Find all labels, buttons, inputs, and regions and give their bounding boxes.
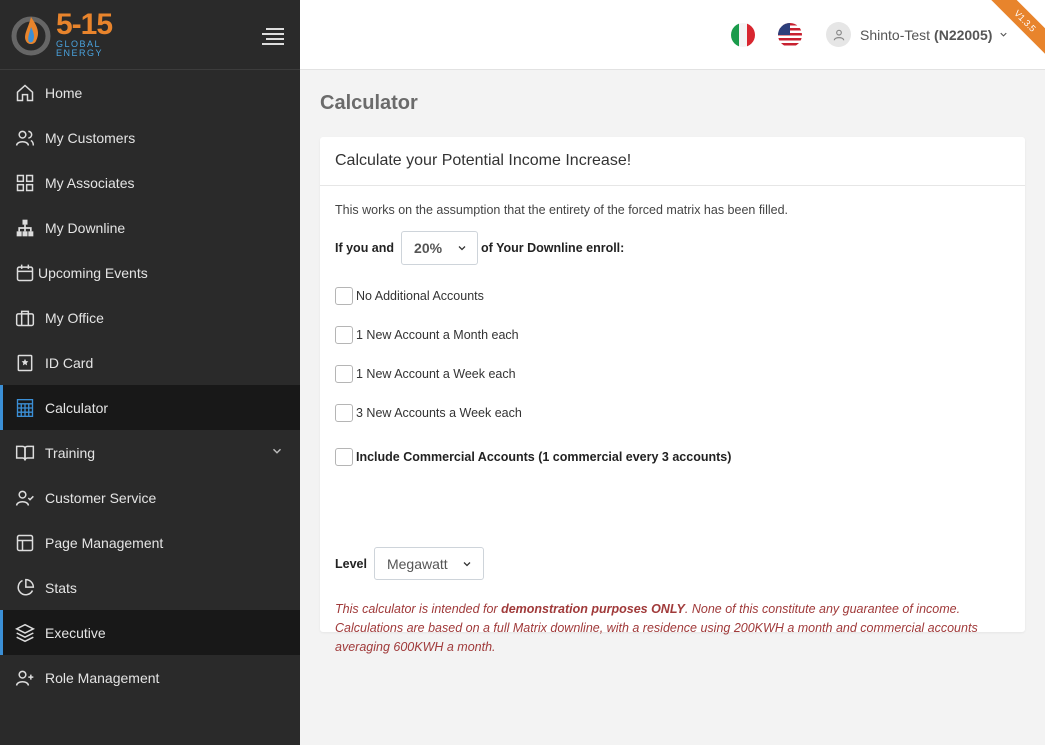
intro-text: This works on the assumption that the en… <box>335 203 789 217</box>
sidebar-item-label: Stats <box>45 579 77 596</box>
sidebar-item-label: My Downline <box>45 219 126 236</box>
checkbox[interactable] <box>335 365 353 383</box>
user-plus-icon <box>15 668 35 688</box>
option-label: No Additional Accounts <box>356 289 484 303</box>
disclaimer: This calculator is intended for demonstr… <box>335 600 995 657</box>
home-icon <box>15 83 35 103</box>
logo-flame-icon <box>8 11 54 57</box>
logo-subtitle-2: ENERGY <box>56 48 104 58</box>
logo-wordmark: 5-15 <box>56 8 113 41</box>
option-include-commercial[interactable]: Include Commercial Accounts (1 commercia… <box>335 448 731 466</box>
italy-flag-icon[interactable] <box>731 23 755 47</box>
sidebar-item-calculator[interactable]: Calculator <box>0 385 300 430</box>
option-one-per-month[interactable]: 1 New Account a Month each <box>335 326 519 344</box>
option-label: 1 New Account a Week each <box>356 367 516 381</box>
topbar: Shinto-Test (N22005) V1.3.5 <box>300 0 1045 70</box>
sidebar-item-my-downline[interactable]: My Downline <box>0 205 300 250</box>
option-three-per-week[interactable]: 3 New Accounts a Week each <box>335 404 522 422</box>
sidebar-item-label: Calculator <box>45 399 109 416</box>
chevron-down-icon <box>456 242 468 254</box>
sidebar-item-label: My Customers <box>45 129 136 146</box>
sidebar-item-label: My Office <box>45 309 104 326</box>
sidebar-item-label: Customer Service <box>45 489 157 506</box>
level-label: Level <box>335 556 367 571</box>
sidebar-item-stats[interactable]: Stats <box>0 565 300 610</box>
sidebar-item-label: Upcoming Events <box>38 264 148 281</box>
briefcase-icon <box>15 308 35 328</box>
sidebar-item-my-customers[interactable]: My Customers <box>0 115 300 160</box>
sidebar-nav: Home My Customers My Associates My Downl… <box>0 70 300 700</box>
book-icon <box>15 443 35 463</box>
chevron-down-icon <box>461 558 473 570</box>
sidebar-item-training[interactable]: Training <box>0 430 300 475</box>
option-one-per-week[interactable]: 1 New Account a Week each <box>335 365 516 383</box>
sidebar-item-label: ID Card <box>45 354 94 371</box>
layout-icon <box>15 533 35 553</box>
sidebar-item-label: My Associates <box>45 174 135 191</box>
sidebar-item-label: Training <box>45 444 96 461</box>
sidebar: 5-15 GLOBAL ENERGY Home My Customers My … <box>0 0 300 745</box>
sidebar-item-label: Page Management <box>45 534 164 551</box>
sidebar-item-label: Home <box>45 84 83 101</box>
layers-icon <box>15 623 35 643</box>
option-label: Include Commercial Accounts (1 commercia… <box>356 450 732 464</box>
checkbox[interactable] <box>335 448 353 466</box>
bookmark-icon <box>15 353 35 373</box>
user-name: Shinto-Test <box>860 26 931 43</box>
checkbox[interactable] <box>335 326 353 344</box>
percent-select[interactable]: 20% <box>401 231 479 265</box>
checkbox[interactable] <box>335 404 353 422</box>
enroll-prefix: If you and <box>335 241 395 255</box>
disclaimer-text-1: This calculator is intended for <box>335 602 502 616</box>
chevron-down-icon[interactable] <box>270 444 284 458</box>
sidebar-item-home[interactable]: Home <box>0 70 300 115</box>
sidebar-item-role-management[interactable]: Role Management <box>0 655 300 700</box>
sidebar-item-label: Role Management <box>45 669 160 686</box>
calendar-icon <box>15 263 35 283</box>
calculator-card: Calculate your Potential Income Increase… <box>320 137 1025 654</box>
usa-flag-icon[interactable] <box>778 23 802 47</box>
calculator-icon <box>15 398 35 418</box>
chevron-down-icon <box>998 29 1009 40</box>
option-label: 3 New Accounts a Week each <box>356 406 522 420</box>
option-no-additional-accounts[interactable]: No Additional Accounts <box>335 287 484 305</box>
disclaimer-emphasis: demonstration purposes ONLY <box>501 602 685 616</box>
avatar <box>826 22 851 47</box>
user-menu[interactable]: Shinto-Test (N22005) <box>826 22 1009 47</box>
users-icon <box>15 128 35 148</box>
option-label: 1 New Account a Month each <box>356 328 519 342</box>
level-row: Level Megawatt <box>335 547 484 580</box>
page-title: Calculator <box>320 92 418 114</box>
menu-toggle-icon[interactable] <box>262 28 284 45</box>
sidebar-item-my-associates[interactable]: My Associates <box>0 160 300 205</box>
card-header: Calculate your Potential Income Increase… <box>320 137 1025 186</box>
sidebar-item-my-office[interactable]: My Office <box>0 295 300 340</box>
enroll-row: If you and 20% of Your Downline enroll: <box>335 231 624 265</box>
percent-select-value: 20% <box>414 240 443 256</box>
user-check-icon <box>15 488 35 508</box>
level-select[interactable]: Megawatt <box>373 547 484 580</box>
user-id: (N22005) <box>934 26 993 43</box>
pie-chart-icon <box>15 578 35 598</box>
brand-area: 5-15 GLOBAL ENERGY <box>0 0 300 70</box>
sidebar-item-id-card[interactable]: ID Card <box>0 340 300 385</box>
sidebar-item-upcoming-events[interactable]: Upcoming Events <box>0 250 300 295</box>
sidebar-item-label: Executive <box>45 624 106 641</box>
sidebar-item-customer-service[interactable]: Customer Service <box>0 475 300 520</box>
grid-icon <box>15 173 35 193</box>
logo[interactable]: 5-15 GLOBAL ENERGY <box>8 8 113 58</box>
checkbox[interactable] <box>335 287 353 305</box>
sidebar-item-executive[interactable]: Executive <box>0 610 300 655</box>
level-select-value: Megawatt <box>386 555 448 572</box>
enroll-suffix: of Your Downline enroll: <box>481 241 625 255</box>
sidebar-item-page-management[interactable]: Page Management <box>0 520 300 565</box>
hierarchy-icon <box>15 218 35 238</box>
